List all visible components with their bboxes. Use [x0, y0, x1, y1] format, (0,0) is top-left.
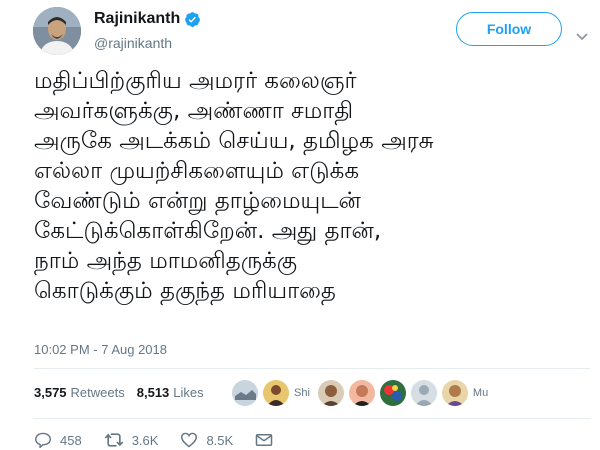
author-display-name[interactable]: Rajinikanth: [94, 10, 180, 28]
divider: [34, 368, 590, 369]
retweet-button[interactable]: 3.6K: [104, 432, 159, 448]
liker-avatar[interactable]: [348, 380, 375, 406]
likers-avatars: Shi Mu: [232, 378, 496, 408]
tweet-line: எல்லா முயற்சிகளையும் எடுக்க: [34, 158, 360, 184]
divider: [34, 418, 590, 419]
liker-name[interactable]: Shi: [294, 387, 310, 399]
tweet-actions: 458 3.6K 8.5K: [34, 432, 303, 448]
reply-count: 458: [60, 432, 82, 448]
chevron-down-icon[interactable]: [576, 26, 588, 41]
likes-stat[interactable]: 8,513 Likes: [137, 385, 204, 400]
author-handle[interactable]: @rajinikanth: [94, 35, 172, 51]
liker-avatar[interactable]: [263, 380, 289, 406]
tweet-line: அருகே அடக்கம் செய்ய, தமிழக அரசு: [34, 128, 434, 154]
liker-avatar[interactable]: [379, 380, 406, 406]
tweet-line: மதிப்பிற்குரிய அமரர் கலைஞர்: [34, 68, 357, 94]
tweet-timestamp[interactable]: 10:02 PM - 7 Aug 2018: [34, 342, 167, 357]
direct-message-button[interactable]: [255, 433, 281, 447]
author-name-row: Rajinikanth: [94, 10, 201, 28]
retweet-icon: [104, 433, 124, 447]
author-avatar[interactable]: [33, 7, 81, 55]
like-heart-icon: [181, 432, 198, 448]
retweets-count: 3,575: [34, 385, 67, 400]
retweet-count: 3.6K: [131, 432, 159, 448]
liker-name[interactable]: Mu: [473, 387, 488, 399]
tweet-line: நாம் அந்த மாமனிதருக்கு: [34, 248, 298, 274]
liker-avatar[interactable]: [410, 380, 437, 406]
tweet-text: மதிப்பிற்குரிய அமரர் கலைஞர் அவர்களுக்கு,…: [34, 66, 584, 306]
tweet-line: கேட்டுக்கொள்கிறேன். அது தான்,: [34, 218, 382, 244]
retweets-stat[interactable]: 3,575 Retweets: [34, 385, 125, 400]
tweet-line: கொடுக்கும் தகுந்த மரியாதை: [34, 278, 336, 304]
tweet-line: வேண்டும் என்று தாழ்மையுடன்: [34, 188, 361, 214]
liker-avatar[interactable]: [232, 380, 258, 406]
retweets-label: Retweets: [70, 385, 125, 400]
liker-avatar[interactable]: [441, 380, 468, 406]
reply-button[interactable]: 458: [34, 432, 82, 448]
liker-avatar[interactable]: [317, 380, 344, 406]
dm-envelope-icon: [255, 434, 273, 446]
verified-badge-icon: [184, 11, 201, 28]
tweet-line: அவர்களுக்கு, அண்ணா சமாதி: [34, 98, 354, 124]
engagement-stats: 3,575 Retweets 8,513 Likes: [34, 385, 216, 400]
reply-icon: [34, 432, 52, 448]
like-button[interactable]: 8.5K: [180, 432, 233, 448]
follow-button[interactable]: Follow: [456, 12, 562, 46]
like-count: 8.5K: [206, 432, 234, 448]
likes-label: Likes: [173, 385, 204, 400]
likes-count: 8,513: [136, 385, 170, 400]
